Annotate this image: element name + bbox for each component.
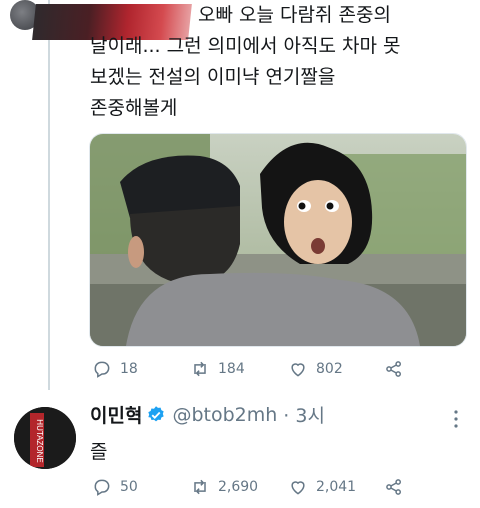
share-button[interactable] xyxy=(384,359,404,379)
heart-icon xyxy=(291,363,305,377)
retweet-count: 184 xyxy=(218,361,245,377)
reply-count: 18 xyxy=(120,361,138,377)
share-icon xyxy=(386,479,401,495)
tweet1-actions: 18 184 802 xyxy=(92,359,404,379)
tweet-text-line1: 오빠 오늘 다람쥐 존중의 xyxy=(198,4,391,26)
reply-text: 즐 xyxy=(90,441,108,463)
share-icon xyxy=(386,361,401,377)
timestamp[interactable]: · 3시 xyxy=(283,401,325,428)
reply-icon xyxy=(94,479,110,496)
avatar-image: HUTAZONE xyxy=(14,407,76,469)
retweet-icon xyxy=(194,479,206,495)
like-count: 802 xyxy=(316,361,343,377)
like-count: 2,041 xyxy=(316,479,357,495)
heart-icon xyxy=(291,481,305,495)
display-name[interactable]: 이민혁 xyxy=(90,401,142,428)
verified-badge-icon xyxy=(148,405,165,421)
handle[interactable]: @btob2mh xyxy=(172,404,277,426)
tweet-image[interactable] xyxy=(89,133,467,347)
tweet-text: 오빠 오늘 다람쥐 존중의날이래... 그런 의미에서 아직도 차마 못 보겠는… xyxy=(90,0,470,124)
avatar-text: HUTAZONE xyxy=(35,419,44,462)
retweet-button[interactable]: 2,690 xyxy=(190,477,288,497)
photo-illustration xyxy=(90,134,466,346)
share-button[interactable] xyxy=(384,477,404,497)
reply-header: 이민혁 @btob2mh · 3시 xyxy=(90,401,325,428)
like-button[interactable]: 2,041 xyxy=(288,477,384,497)
reply-button[interactable]: 18 xyxy=(92,359,190,379)
avatar[interactable]: HUTAZONE xyxy=(14,407,76,469)
retweet-button[interactable]: 184 xyxy=(190,359,288,379)
like-button[interactable]: 802 xyxy=(288,359,384,379)
tweet2-actions: 50 2,690 2,041 xyxy=(92,477,404,497)
retweet-icon xyxy=(194,361,206,377)
retweet-count: 2,690 xyxy=(218,479,259,495)
more-options-icon[interactable] xyxy=(450,408,462,430)
tweet-text-rest: 날이래... 그런 의미에서 아직도 차마 못 보겠는 전설의 이미냑 연기짤을… xyxy=(90,35,401,119)
reply-button[interactable]: 50 xyxy=(92,477,190,497)
reply-icon xyxy=(94,361,110,378)
reply-count: 50 xyxy=(120,479,138,495)
thread-line xyxy=(48,0,50,390)
